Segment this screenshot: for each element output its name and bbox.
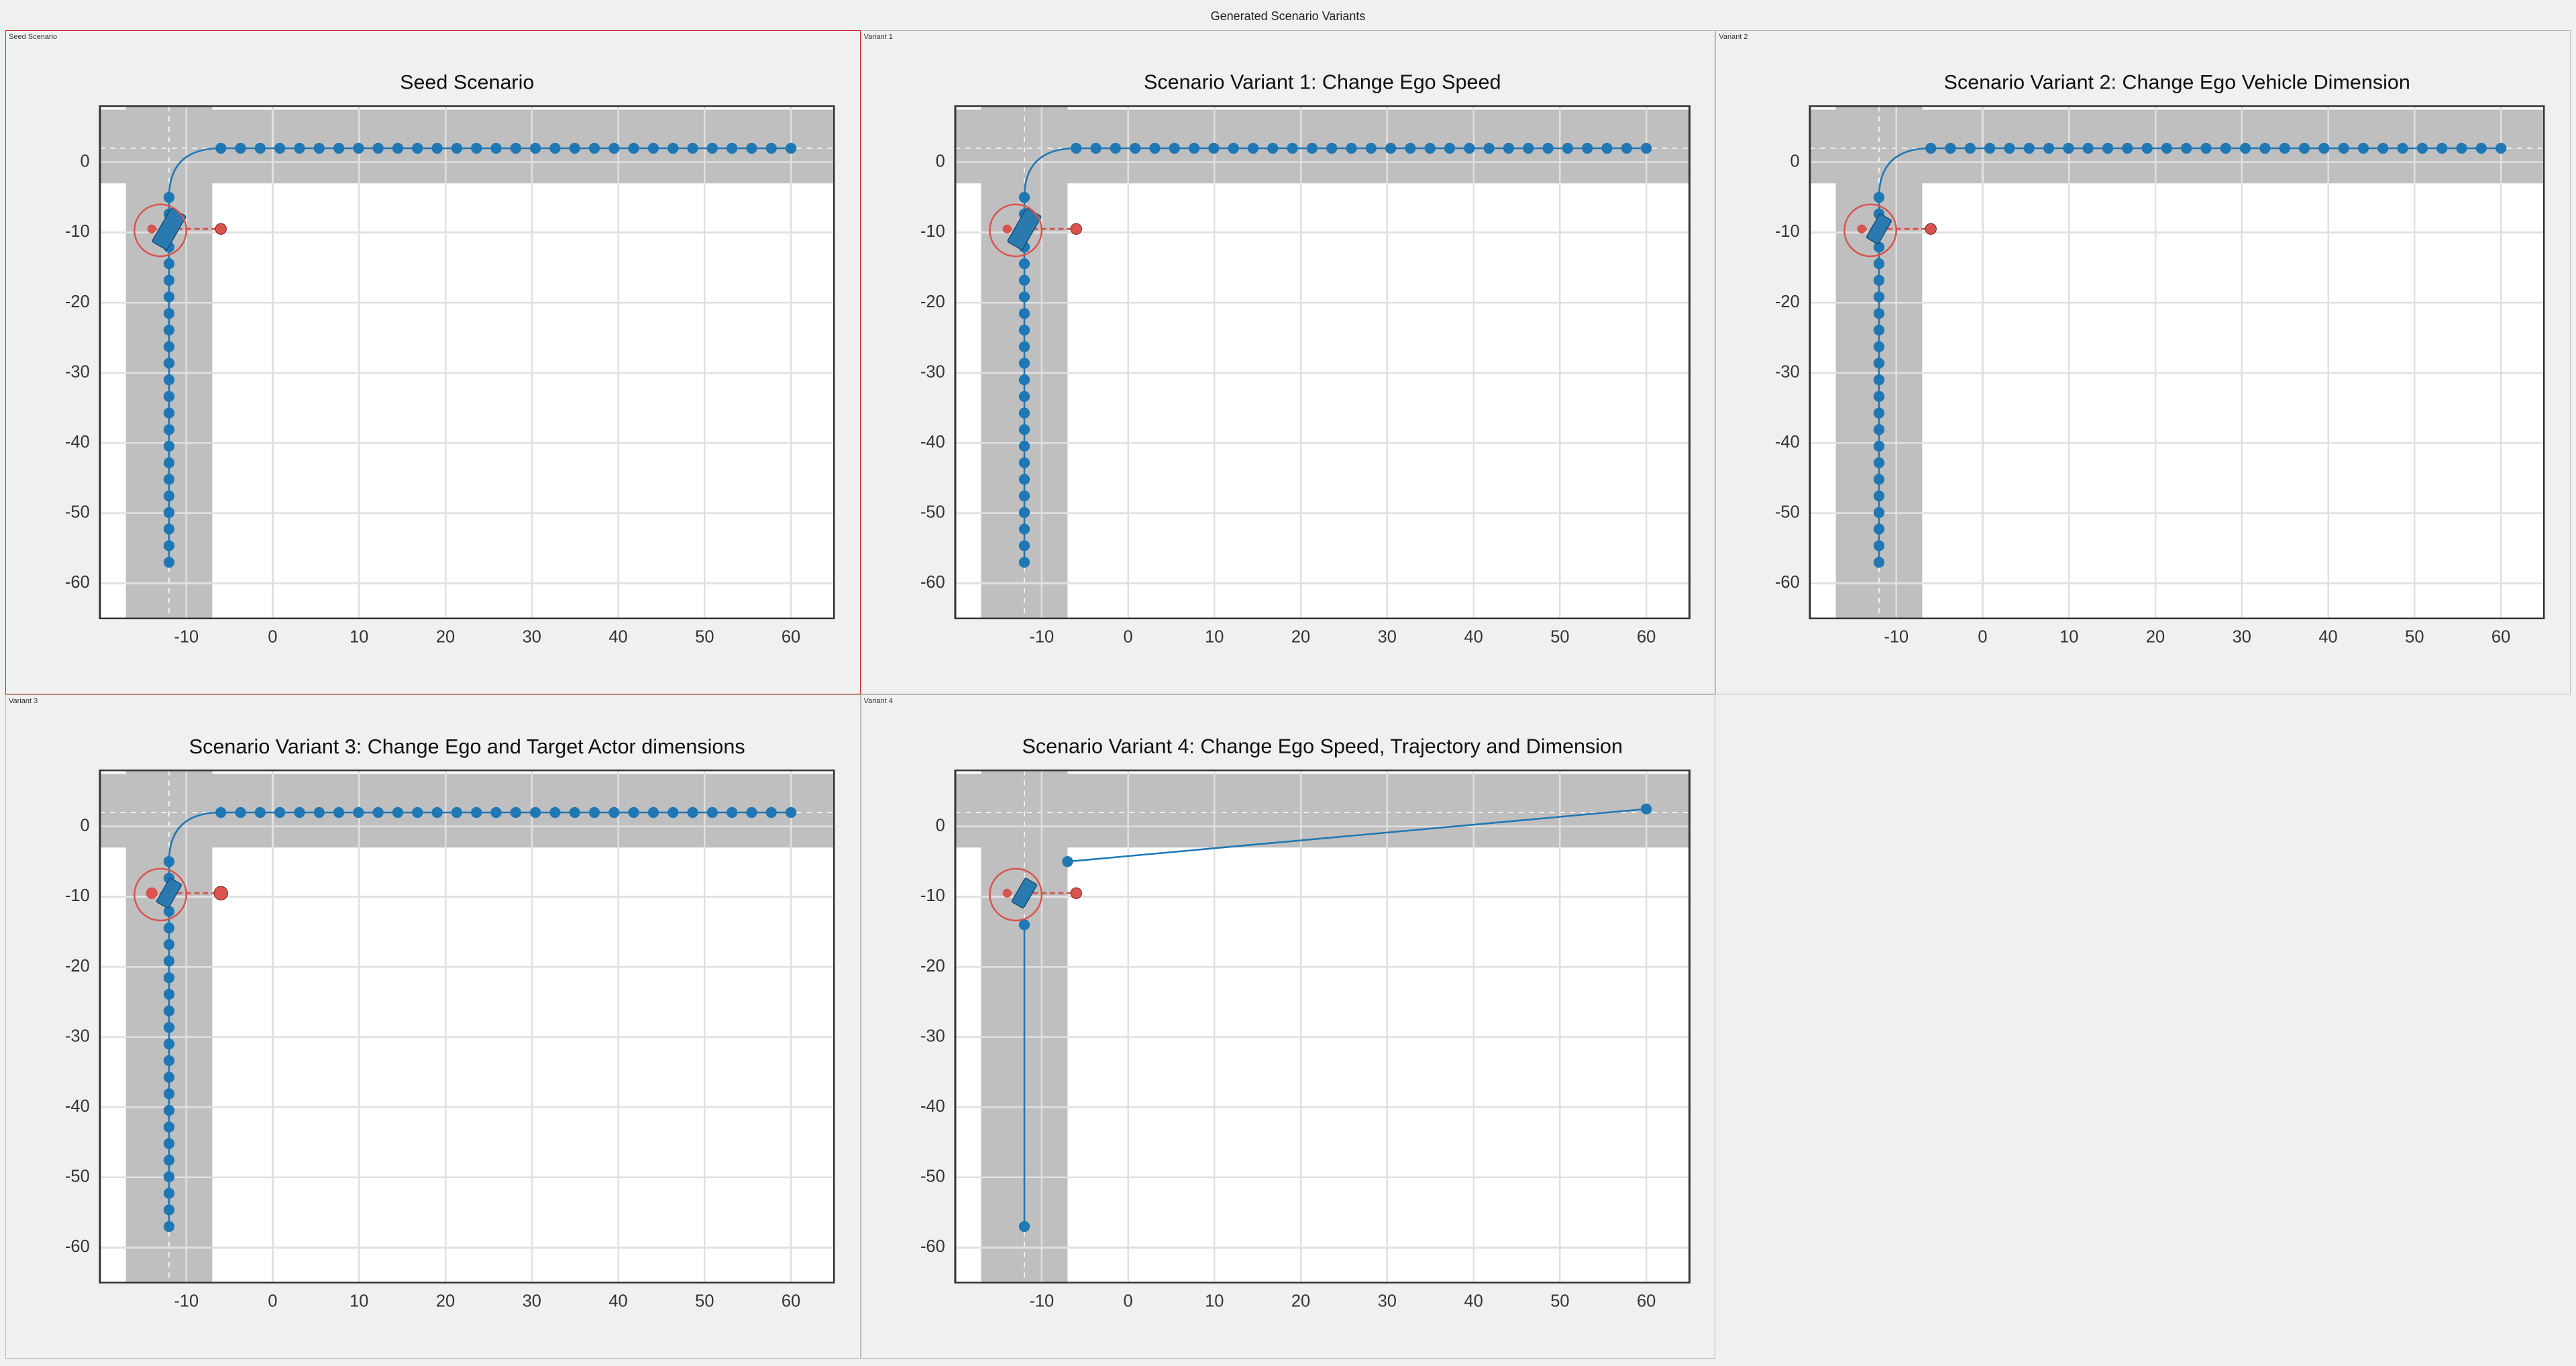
svg-text:-10: -10 — [1029, 1292, 1054, 1310]
svg-text:50: 50 — [695, 1292, 714, 1310]
svg-text:-20: -20 — [65, 293, 90, 311]
panel-label: Variant 3 — [7, 696, 39, 706]
svg-text:-60: -60 — [920, 573, 945, 592]
svg-text:20: 20 — [1291, 627, 1310, 646]
svg-text:0: 0 — [268, 627, 277, 646]
scenario-panel[interactable]: Variant 3 -10 0 10 20 30 40 50 60 0 -10 -20 -30 -40 -5… — [5, 694, 861, 1359]
svg-text:-60: -60 — [920, 1237, 945, 1256]
svg-text:-50: -50 — [1775, 503, 1800, 522]
svg-text:-10: -10 — [920, 222, 945, 241]
svg-text:Scenario Variant 2: Change Ego: Scenario Variant 2: Change Ego Vehicle D… — [1944, 71, 2410, 94]
svg-text:60: 60 — [1637, 627, 1656, 646]
svg-text:-30: -30 — [65, 1027, 90, 1045]
svg-text:-40: -40 — [1775, 433, 1800, 452]
svg-text:0: 0 — [80, 152, 90, 171]
svg-text:-50: -50 — [65, 1167, 90, 1186]
svg-text:40: 40 — [1464, 627, 1483, 646]
svg-text:-40: -40 — [65, 1097, 90, 1116]
svg-text:50: 50 — [2406, 627, 2424, 646]
svg-text:0: 0 — [1123, 627, 1132, 646]
scenario-panel[interactable]: Variant 2 -10 0 10 20 30 40 50 60 0 -10 -20 -30 -40 -5… — [1715, 30, 2571, 694]
svg-text:-60: -60 — [1775, 573, 1800, 592]
svg-text:50: 50 — [695, 627, 714, 646]
svg-text:40: 40 — [2319, 627, 2338, 646]
svg-text:10: 10 — [1205, 627, 1224, 646]
svg-text:-50: -50 — [920, 503, 945, 522]
svg-text:-40: -40 — [65, 433, 90, 452]
svg-text:0: 0 — [1978, 627, 1988, 646]
empty-panel — [1715, 694, 2571, 1359]
plot-axes[interactable]: -10 0 10 20 30 40 50 60 0 -10 -20 -30 -40 -50 -60 Scena… — [1716, 31, 2570, 694]
svg-text:10: 10 — [2059, 627, 2078, 646]
svg-text:10: 10 — [350, 1292, 368, 1310]
svg-text:-10: -10 — [1884, 627, 1909, 646]
svg-text:-20: -20 — [65, 957, 90, 976]
svg-text:40: 40 — [1464, 1292, 1483, 1310]
svg-text:30: 30 — [523, 1292, 541, 1310]
svg-text:-10: -10 — [65, 886, 90, 905]
figure-title: Generated Scenario Variants — [0, 0, 2576, 28]
svg-text:60: 60 — [782, 627, 800, 646]
svg-text:30: 30 — [1377, 1292, 1396, 1310]
scenario-panel[interactable]: Seed Scenario -10 0 10 20 30 40 50 60 0 -10 -20 -30 -… — [5, 30, 861, 694]
svg-text:30: 30 — [1377, 627, 1396, 646]
svg-text:-60: -60 — [65, 573, 90, 592]
figure: Generated Scenario Variants Seed Scenari… — [0, 0, 2576, 1366]
svg-text:-30: -30 — [1775, 362, 1800, 381]
panel-label: Variant 2 — [1717, 32, 1749, 42]
panel-label: Variant 4 — [863, 696, 894, 706]
panel-label: Seed Scenario — [7, 32, 58, 42]
svg-text:-20: -20 — [920, 957, 945, 976]
svg-text:-10: -10 — [174, 627, 199, 646]
svg-text:60: 60 — [2491, 627, 2510, 646]
svg-text:-30: -30 — [920, 362, 945, 381]
svg-text:-40: -40 — [920, 433, 945, 452]
panel-grid: Seed Scenario-1001020304050600-10-20-30-… — [0, 28, 2576, 1364]
plot-axes[interactable]: -10 0 10 20 30 40 50 60 0 -10 -20 -30 -40 -50 -60 Scena… — [861, 31, 1715, 694]
svg-text:60: 60 — [1637, 1292, 1656, 1310]
svg-text:-50: -50 — [920, 1167, 945, 1186]
svg-text:0: 0 — [80, 817, 90, 835]
svg-text:-30: -30 — [65, 362, 90, 381]
svg-text:20: 20 — [436, 627, 455, 646]
plot-axes[interactable]: -1001020304050600-10-20-30-40-50-60Seed … — [6, 31, 860, 694]
svg-text:10: 10 — [1205, 1292, 1224, 1310]
svg-text:20: 20 — [1291, 1292, 1310, 1310]
svg-text:0: 0 — [268, 1292, 277, 1310]
svg-text:Seed Scenario: Seed Scenario — [400, 71, 534, 94]
svg-text:20: 20 — [2146, 627, 2165, 646]
svg-text:0: 0 — [935, 152, 945, 171]
svg-text:-50: -50 — [65, 503, 90, 522]
svg-text:-20: -20 — [920, 293, 945, 311]
svg-text:-10: -10 — [920, 886, 945, 905]
svg-text:-10: -10 — [174, 1292, 199, 1310]
scenario-panel[interactable]: Variant 4 -10 0 10 20 30 40 50 60 0 -10 -20 -30 -40 -5… — [861, 694, 1716, 1359]
svg-text:-10: -10 — [1029, 627, 1054, 646]
svg-text:0: 0 — [935, 817, 945, 835]
panel-label: Variant 1 — [863, 32, 894, 42]
svg-text:50: 50 — [1550, 627, 1569, 646]
svg-text:0: 0 — [1123, 1292, 1132, 1310]
svg-text:60: 60 — [782, 1292, 800, 1310]
svg-text:-30: -30 — [920, 1027, 945, 1045]
svg-text:-40: -40 — [920, 1097, 945, 1116]
svg-text:-60: -60 — [65, 1237, 90, 1256]
svg-text:Scenario Variant 3: Change Ego: Scenario Variant 3: Change Ego and Targe… — [189, 735, 745, 758]
svg-text:Scenario Variant 1: Change Ego: Scenario Variant 1: Change Ego Speed — [1144, 71, 1501, 94]
svg-text:-10: -10 — [65, 222, 90, 241]
svg-text:30: 30 — [523, 627, 541, 646]
plot-axes[interactable]: -10 0 10 20 30 40 50 60 0 -10 -20 -30 -40 -50 -60 Scena… — [861, 695, 1715, 1358]
scenario-panel[interactable]: Variant 1 -10 0 10 20 30 40 50 60 0 -10 -20 -30 -40 -5… — [861, 30, 1716, 694]
svg-text:Scenario Variant 4: Change Ego: Scenario Variant 4: Change Ego Speed, Tr… — [1022, 735, 1623, 758]
svg-text:40: 40 — [608, 627, 627, 646]
svg-text:30: 30 — [2233, 627, 2251, 646]
svg-text:20: 20 — [436, 1292, 455, 1310]
svg-text:10: 10 — [350, 627, 368, 646]
svg-text:0: 0 — [1790, 152, 1800, 171]
svg-text:40: 40 — [608, 1292, 627, 1310]
plot-axes[interactable]: -10 0 10 20 30 40 50 60 0 -10 -20 -30 -40 -50 -60 Scena… — [6, 695, 860, 1358]
svg-text:50: 50 — [1550, 1292, 1569, 1310]
svg-text:-10: -10 — [1775, 222, 1800, 241]
svg-text:-20: -20 — [1775, 293, 1800, 311]
